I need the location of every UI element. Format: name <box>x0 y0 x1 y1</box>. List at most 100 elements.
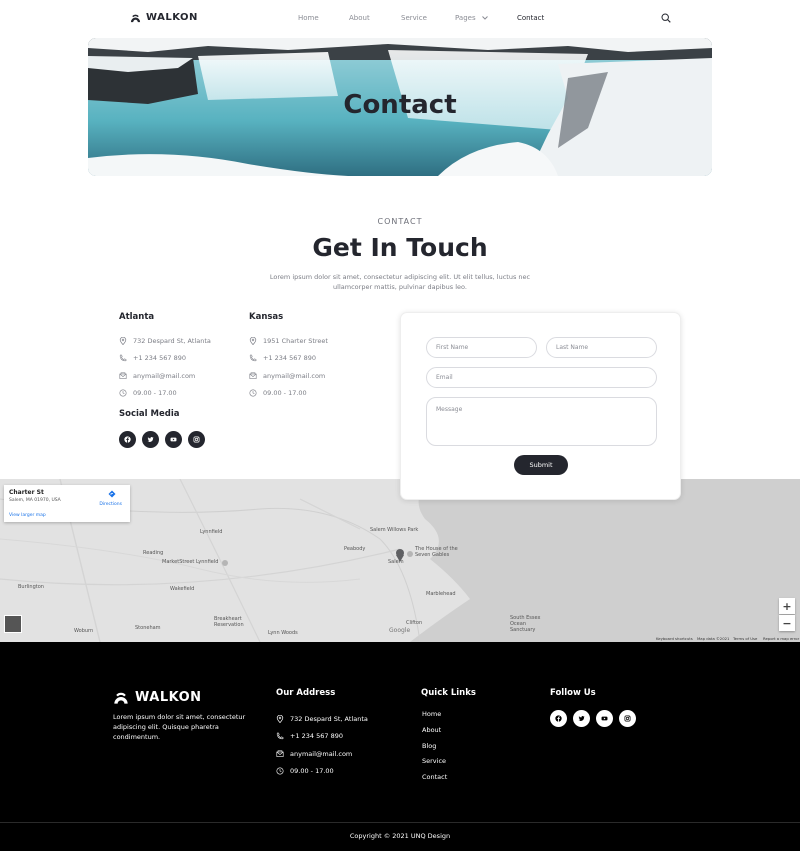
footer-phone: +1 234 567 890 <box>276 728 368 746</box>
footer-address-list: 732 Despard St, Atlanta +1 234 567 890 a… <box>276 710 368 780</box>
footer-phone-text[interactable]: +1 234 567 890 <box>290 732 343 740</box>
follow-us-title: Follow Us <box>550 688 596 698</box>
embedded-map[interactable]: Charter St Salem, MA 01970, USA View lar… <box>0 479 800 642</box>
facebook-link[interactable] <box>550 710 567 727</box>
map-label: Salem <box>388 559 404 565</box>
footer-logo-text: WALKON <box>135 689 202 705</box>
footer-address-text: 732 Despard St, Atlanta <box>290 714 368 723</box>
street-view-thumbnail[interactable] <box>4 615 22 633</box>
youtube-link[interactable] <box>165 431 182 448</box>
logo[interactable]: WALKON <box>130 12 198 23</box>
footer-email-text[interactable]: anymail@mail.com <box>290 750 352 758</box>
office-city: Kansas <box>249 312 284 322</box>
map-label: Wakefield <box>170 586 195 592</box>
report-map-error-link[interactable]: Report a map error <box>763 636 799 641</box>
office-hours: 09.00 - 17.00 <box>249 385 369 403</box>
logo-icon <box>114 692 128 704</box>
instagram-icon <box>624 715 631 722</box>
nav-about[interactable]: About <box>349 14 370 22</box>
map-label: Marblehead <box>426 591 456 597</box>
map-place-card: Charter St Salem, MA 01970, USA View lar… <box>4 485 130 522</box>
section-eyebrow: CONTACT <box>377 217 423 226</box>
map-label: Lynnfield <box>200 529 223 535</box>
twitter-link[interactable] <box>142 431 159 448</box>
office-address: 1951 Charter Street <box>249 332 369 350</box>
search-icon[interactable] <box>661 13 671 23</box>
section-title: Get In Touch <box>312 233 488 262</box>
map-label: Woburn <box>74 628 94 634</box>
office-email: anymail@mail.com <box>249 367 369 385</box>
twitter-icon <box>147 437 154 442</box>
mail-icon <box>119 372 127 379</box>
last-name-field[interactable]: Last Name <box>546 337 657 358</box>
map-label: Peabody <box>344 546 366 552</box>
submit-button[interactable]: Submit <box>514 455 568 475</box>
office-phone: +1 234 567 890 <box>249 350 369 368</box>
facebook-icon <box>124 436 131 443</box>
terms-of-use-link[interactable]: Terms of Use <box>733 636 757 641</box>
nav-home[interactable]: Home <box>298 14 319 22</box>
location-pin-icon <box>249 336 257 345</box>
office-phone: +1 234 567 890 <box>119 350 239 368</box>
map-label: South Essex Ocean Sanctuary <box>510 615 541 633</box>
email-field[interactable]: Email <box>426 367 657 388</box>
office-hours-text: 09.00 - 17.00 <box>133 389 177 398</box>
instagram-link[interactable] <box>188 431 205 448</box>
keyboard-shortcuts-link[interactable]: Keyboard shortcuts <box>656 636 693 641</box>
logo-text: WALKON <box>146 12 198 23</box>
mail-icon <box>276 750 284 757</box>
office-hours-text: 09.00 - 17.00 <box>263 389 307 398</box>
office-hours: 09.00 - 17.00 <box>119 385 239 403</box>
top-nav: WALKON Home About Service Pages Contact <box>0 0 800 38</box>
office-phone-text[interactable]: +1 234 567 890 <box>133 354 186 362</box>
zoom-in-button[interactable]: + <box>779 598 795 614</box>
copyright-text: Copyright © 2021 UNQ Design <box>349 832 451 840</box>
footer-divider <box>0 822 800 823</box>
google-logo: Google <box>389 627 411 634</box>
location-pin-icon <box>276 714 284 723</box>
office-address: 732 Despard St, Atlanta <box>119 332 239 350</box>
office-email: anymail@mail.com <box>119 367 239 385</box>
footer-link-home[interactable]: Home <box>422 710 447 726</box>
twitter-icon <box>578 716 585 721</box>
message-field[interactable]: Message <box>426 397 657 446</box>
hero-banner: Contact <box>88 38 712 176</box>
map-label: Burlington <box>18 584 44 590</box>
nav-contact[interactable]: Contact <box>517 14 544 22</box>
footer-link-contact[interactable]: Contact <box>422 773 447 789</box>
youtube-link[interactable] <box>596 710 613 727</box>
map-place-title: Charter St <box>9 489 44 496</box>
zoom-out-button[interactable]: − <box>779 615 795 631</box>
office-phone-text[interactable]: +1 234 567 890 <box>263 354 316 362</box>
view-larger-map-link[interactable]: View larger map <box>9 513 46 518</box>
nav-pages[interactable]: Pages <box>455 14 488 22</box>
footer-link-blog[interactable]: Blog <box>422 742 447 758</box>
footer-link-service[interactable]: Service <box>422 757 447 773</box>
instagram-icon <box>193 436 200 443</box>
office-email-text[interactable]: anymail@mail.com <box>133 372 195 380</box>
directions-link[interactable]: Directions <box>99 502 122 507</box>
office-atlanta: Atlanta 732 Despard St, Atlanta +1 234 5… <box>119 312 239 402</box>
twitter-link[interactable] <box>573 710 590 727</box>
nav-service[interactable]: Service <box>401 14 427 22</box>
map-label: The House of the Seven Gables <box>415 546 458 558</box>
office-email-text[interactable]: anymail@mail.com <box>263 372 325 380</box>
footer-social-links <box>550 710 636 727</box>
facebook-link[interactable] <box>119 431 136 448</box>
office-address-text: 1951 Charter Street <box>263 336 328 345</box>
social-media-title: Social Media <box>119 409 180 419</box>
office-kansas: Kansas 1951 Charter Street +1 234 567 89… <box>249 312 369 402</box>
first-name-field[interactable]: First Name <box>426 337 537 358</box>
footer-about-text: Lorem ipsum dolor sit amet, consectetur … <box>113 713 246 741</box>
directions-icon[interactable] <box>108 490 116 499</box>
instagram-link[interactable] <box>619 710 636 727</box>
map-label: Lynn Woods <box>268 630 298 636</box>
mail-icon <box>249 372 257 379</box>
footer-link-about[interactable]: About <box>422 726 447 742</box>
map-label: Reading <box>143 550 164 556</box>
footer-address: 732 Despard St, Atlanta <box>276 710 368 728</box>
youtube-icon <box>170 437 177 442</box>
map-place-address: Salem, MA 01970, USA <box>9 498 61 503</box>
clock-icon <box>119 389 127 397</box>
footer-logo[interactable]: WALKON <box>113 689 202 705</box>
